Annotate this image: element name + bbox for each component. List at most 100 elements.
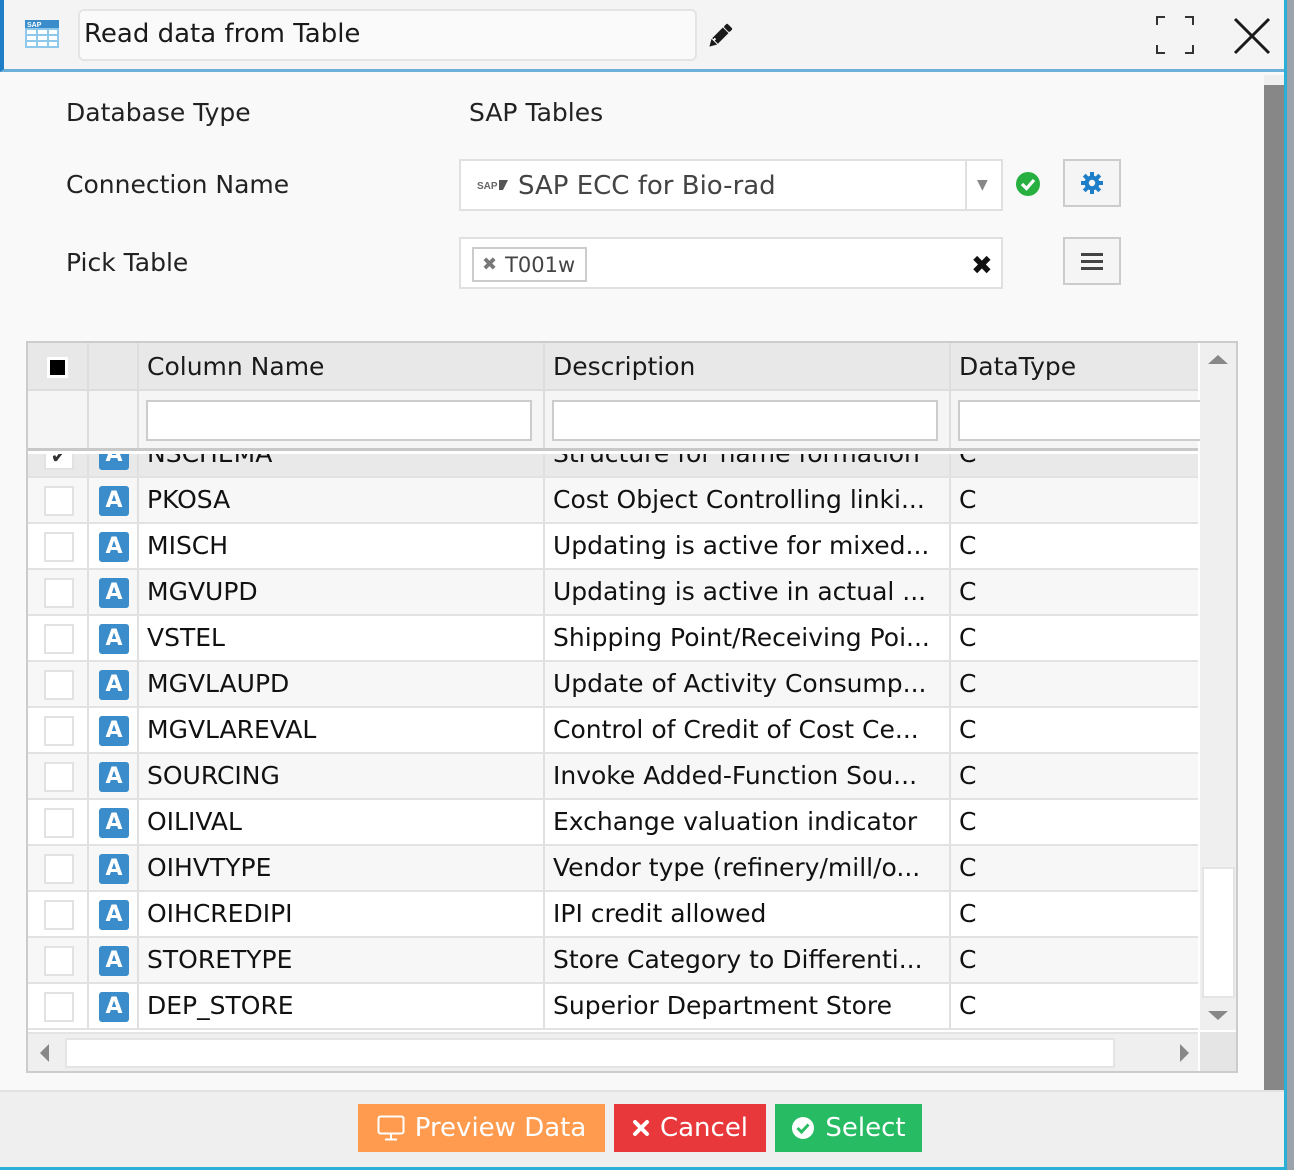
table-row[interactable]: ✔ A NSCHEMA Structure for name formation C: [28, 454, 1198, 478]
row-type-cell: A: [89, 846, 139, 890]
connection-ok-icon: [1016, 172, 1040, 196]
row-select-cell: [28, 892, 89, 936]
row-select-cell: [28, 708, 89, 752]
horizontal-scroll-thumb[interactable]: [65, 1038, 1115, 1068]
table-row[interactable]: A VSTEL Shipping Point/Receiving Poi... C: [28, 616, 1198, 662]
scroll-down-icon[interactable]: [1208, 1011, 1228, 1020]
grid-rows: ✔ANSCHEMAStructure for name formationCAP…: [28, 454, 1198, 1030]
table-row[interactable]: A MGVLAREVAL Control of Credit of Cost Ce.…: [28, 708, 1198, 754]
table-row[interactable]: A PKOSA Cost Object Controlling linki... C: [28, 478, 1198, 524]
row-column-name-cell: MGVLAREVAL: [139, 708, 545, 752]
dropdown-arrow-icon[interactable]: ▼: [977, 177, 988, 193]
clear-icon[interactable]: ✖: [971, 251, 993, 281]
connection-settings-button[interactable]: [1063, 159, 1121, 207]
scroll-right-icon[interactable]: [1180, 1044, 1189, 1062]
filter-column-name-input[interactable]: [146, 400, 532, 441]
table-row[interactable]: A STORETYPE Store Category to Differenti..…: [28, 938, 1198, 984]
row-datatype-cell: C: [951, 754, 1198, 798]
row-checkbox[interactable]: [44, 624, 74, 654]
table-row[interactable]: A OIHCREDIPI IPI credit allowed C: [28, 892, 1198, 938]
select-button[interactable]: Select: [775, 1104, 922, 1152]
connection-select[interactable]: SAP SAP ECC for Bio-rad ▼: [459, 159, 1003, 211]
scroll-up-icon[interactable]: [1208, 355, 1228, 364]
remove-tag-icon[interactable]: ✖: [482, 254, 497, 275]
vertical-scrollbar[interactable]: [1200, 343, 1236, 1030]
row-checkbox[interactable]: [44, 992, 74, 1022]
filter-datatype-input[interactable]: [958, 400, 1208, 441]
table-row[interactable]: A MGVUPD Updating is active in actual ... C: [28, 570, 1198, 616]
table-row[interactable]: A MGVLAUPD Update of Activity Consump... C: [28, 662, 1198, 708]
connection-selected-value: SAP ECC for Bio-rad: [518, 171, 776, 201]
row-checkbox[interactable]: ✔: [44, 454, 74, 470]
monitor-icon: [377, 1115, 405, 1141]
row-type-cell: A: [89, 800, 139, 844]
row-column-name: MGVLAUPD: [147, 669, 290, 698]
pencil-icon[interactable]: [704, 20, 736, 52]
row-checkbox[interactable]: [44, 900, 74, 930]
row-column-name: MGVLAREVAL: [147, 715, 317, 744]
row-type-cell: A: [89, 892, 139, 936]
table-row[interactable]: A DEP_STORE Superior Department Store C: [28, 984, 1198, 1030]
row-checkbox[interactable]: [44, 532, 74, 562]
cancel-button[interactable]: Cancel: [614, 1104, 766, 1152]
row-checkbox[interactable]: [44, 486, 74, 516]
dialog-header: SAP Read data from Table: [0, 0, 1284, 72]
row-description-cell: Exchange valuation indicator: [545, 800, 951, 844]
row-column-name: MGVUPD: [147, 577, 258, 606]
row-select-cell: [28, 524, 89, 568]
row-type-cell: A: [89, 662, 139, 706]
row-select-cell: [28, 616, 89, 660]
row-checkbox[interactable]: [44, 946, 74, 976]
table-row[interactable]: A OILIVAL Exchange valuation indicator C: [28, 800, 1198, 846]
outer-scrollbar[interactable]: [1264, 85, 1284, 1090]
row-checkbox[interactable]: [44, 762, 74, 792]
hamburger-menu-icon: [1081, 253, 1103, 270]
row-checkbox[interactable]: [44, 854, 74, 884]
vertical-scroll-thumb[interactable]: [1202, 867, 1235, 998]
row-datatype: C: [959, 454, 976, 468]
preview-data-button[interactable]: Preview Data: [358, 1104, 605, 1152]
row-column-name: SOURCING: [147, 761, 280, 790]
row-description-cell: Vendor type (refinery/mill/o...: [545, 846, 951, 890]
grid-body: ✔ANSCHEMAStructure for name formationCAP…: [28, 454, 1198, 1032]
svg-text:SAP: SAP: [27, 22, 42, 29]
filter-description-cell: [545, 391, 951, 448]
row-checkbox[interactable]: [44, 808, 74, 838]
row-column-name-cell: OILIVAL: [139, 800, 545, 844]
alphanumeric-type-icon: A: [99, 454, 129, 470]
row-column-name-cell: MGVLAUPD: [139, 662, 545, 706]
header-description-label: Description: [553, 352, 696, 381]
select-all-checkbox[interactable]: [47, 357, 68, 378]
pick-table-input[interactable]: ✖ T001w ✖: [459, 237, 1003, 289]
row-description-cell: Shipping Point/Receiving Poi...: [545, 616, 951, 660]
row-type-cell: A: [89, 984, 139, 1028]
row-type-cell: A: [89, 478, 139, 522]
table-row[interactable]: A SOURCING Invoke Added-Function Sou... C: [28, 754, 1198, 800]
filter-description-input[interactable]: [552, 400, 938, 441]
table-row[interactable]: A OIHVTYPE Vendor type (refinery/mill/o...…: [28, 846, 1198, 892]
close-icon[interactable]: [1232, 16, 1272, 56]
header-description[interactable]: Description: [545, 343, 951, 389]
row-datatype: C: [959, 531, 977, 560]
row-description: Invoke Added-Function Sou...: [553, 761, 918, 790]
header-column-name[interactable]: Column Name: [139, 343, 545, 389]
row-select-cell: [28, 570, 89, 614]
table-row[interactable]: A MISCH Updating is active for mixed... C: [28, 524, 1198, 570]
table-list-button[interactable]: [1063, 237, 1121, 285]
row-datatype-cell: C: [951, 524, 1198, 568]
row-checkbox[interactable]: [44, 716, 74, 746]
horizontal-scrollbar[interactable]: [28, 1032, 1198, 1071]
scroll-left-icon[interactable]: [40, 1044, 49, 1062]
row-checkbox[interactable]: [44, 670, 74, 700]
row-description-cell: Cost Object Controlling linki...: [545, 478, 951, 522]
database-type-value: SAP Tables: [469, 98, 604, 127]
row-column-name-cell: SOURCING: [139, 754, 545, 798]
title-input[interactable]: Read data from Table: [78, 9, 697, 61]
header-datatype[interactable]: DataType: [951, 343, 1198, 389]
row-type-cell: A: [89, 524, 139, 568]
row-select-cell: [28, 846, 89, 890]
row-description: Update of Activity Consump...: [553, 669, 927, 698]
maximize-icon[interactable]: [1156, 16, 1194, 54]
alphanumeric-type-icon: A: [99, 670, 129, 700]
row-checkbox[interactable]: [44, 578, 74, 608]
